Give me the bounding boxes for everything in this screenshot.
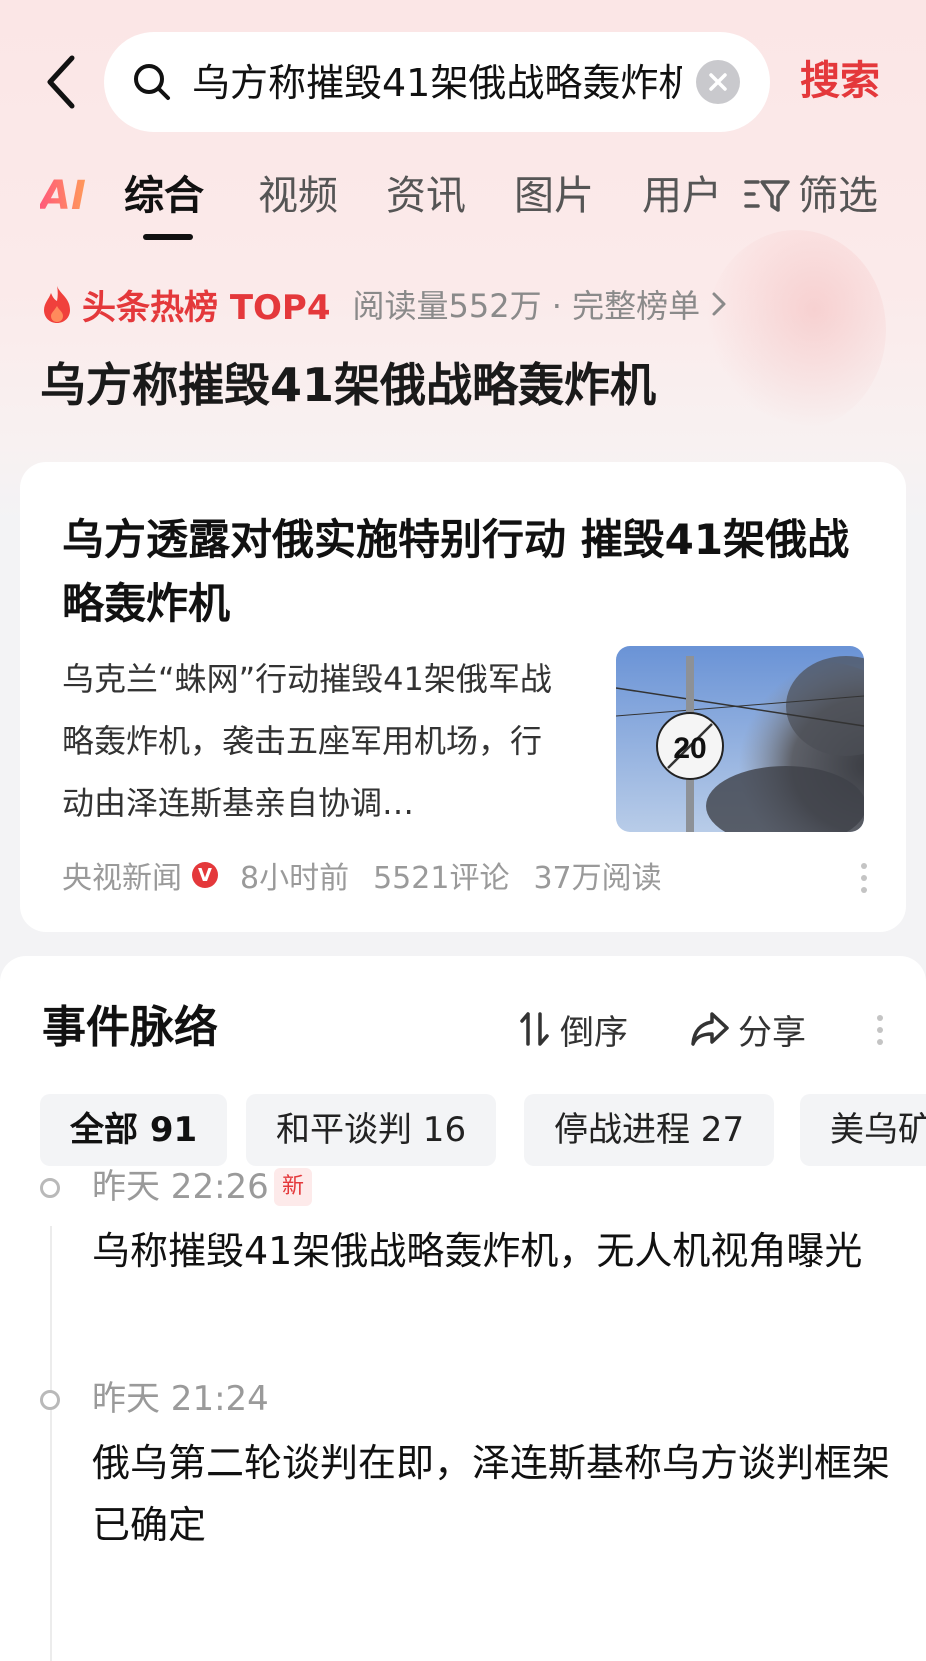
sort-icon: [520, 1012, 549, 1046]
decorative-flame-shape: [706, 230, 886, 430]
sort-label: 倒序: [560, 1012, 628, 1053]
hot-list-label: 头条热榜 TOP4: [82, 287, 331, 328]
flame-icon: [44, 286, 70, 323]
chip-peace-talks[interactable]: 和平谈判 16: [246, 1094, 497, 1166]
share-icon: [691, 1012, 729, 1046]
timeline-dot-icon: [40, 1178, 60, 1198]
verified-badge-icon: V: [192, 862, 218, 888]
search-button[interactable]: 搜索: [800, 52, 880, 110]
news-reads: 37万阅读: [533, 861, 662, 896]
news-comments: 5521评论: [373, 861, 510, 896]
news-time: 8小时前: [240, 861, 350, 896]
more-options-icon[interactable]: [872, 1010, 888, 1050]
speed-sign-text: 20: [673, 732, 706, 765]
section-title: 事件脉络: [42, 1002, 218, 1053]
filter-icon: [744, 180, 790, 212]
share-label: 分享: [738, 1012, 806, 1053]
timeline-text[interactable]: 俄乌第二轮谈判在即，泽连斯基称乌方谈判框架已确定: [92, 1432, 892, 1556]
search-query-text[interactable]: 乌方称摧毁41架俄战略轰炸机: [192, 58, 682, 108]
sort-button[interactable]: 倒序: [518, 1006, 628, 1053]
chip-us-ukraine-minerals[interactable]: 美乌矿: [800, 1094, 926, 1166]
news-card-title[interactable]: 乌方透露对俄实施特别行动 摧毁41架俄战略轰炸机: [62, 508, 852, 636]
news-card-summary: 乌克兰“蛛网”行动摧毁41架俄军战略轰炸机，袭击五座军用机场，行动由泽连斯基亲自…: [62, 660, 552, 822]
hot-list-row[interactable]: 头条热榜 TOP4 阅读量552万 · 完整榜单: [40, 280, 728, 328]
tab-users[interactable]: 用户: [642, 170, 722, 222]
timeline-dot-icon: [40, 1390, 60, 1410]
tab-images[interactable]: 图片: [514, 170, 594, 222]
hot-list-meta: 阅读量552万 · 完整榜单: [352, 287, 701, 325]
news-card-thumbnail[interactable]: 20: [616, 646, 864, 832]
chevron-right-icon: [712, 292, 726, 316]
more-options-icon[interactable]: [854, 858, 874, 898]
share-button[interactable]: 分享: [690, 1006, 806, 1053]
tab-video[interactable]: 视频: [258, 170, 338, 222]
timeline-time: 昨天 21:24: [92, 1379, 269, 1419]
back-icon[interactable]: [38, 52, 88, 112]
timeline-time: 昨天 22:26: [92, 1167, 269, 1207]
news-source[interactable]: 央视新闻: [62, 853, 182, 897]
tab-ai[interactable]: AI: [40, 170, 86, 222]
news-card[interactable]: 乌方透露对俄实施特别行动 摧毁41架俄战略轰炸机 乌克兰“蛛网”行动摧毁41架俄…: [20, 462, 906, 932]
news-card-meta: 央视新闻 V 8小时前 5521评论 37万阅读: [62, 850, 662, 900]
search-input[interactable]: 乌方称摧毁41架俄战略轰炸机: [104, 32, 770, 132]
filter-button[interactable]: 筛选: [744, 170, 878, 222]
search-icon: [132, 62, 172, 102]
timeline-line: [50, 1226, 52, 1661]
filter-label: 筛选: [798, 173, 878, 219]
tab-news[interactable]: 资讯: [386, 170, 466, 222]
active-tab-indicator: [143, 234, 193, 240]
chip-all[interactable]: 全部 91: [40, 1094, 228, 1166]
clear-icon[interactable]: [696, 60, 740, 104]
new-badge: 新: [274, 1168, 313, 1206]
timeline-text[interactable]: 乌称摧毁41架俄战略轰炸机，无人机视角曝光: [92, 1220, 892, 1282]
tab-all[interactable]: 综合: [124, 170, 204, 222]
chip-ceasefire[interactable]: 停战进程 27: [524, 1094, 775, 1166]
topic-title: 乌方称摧毁41架俄战略轰炸机: [40, 358, 657, 412]
